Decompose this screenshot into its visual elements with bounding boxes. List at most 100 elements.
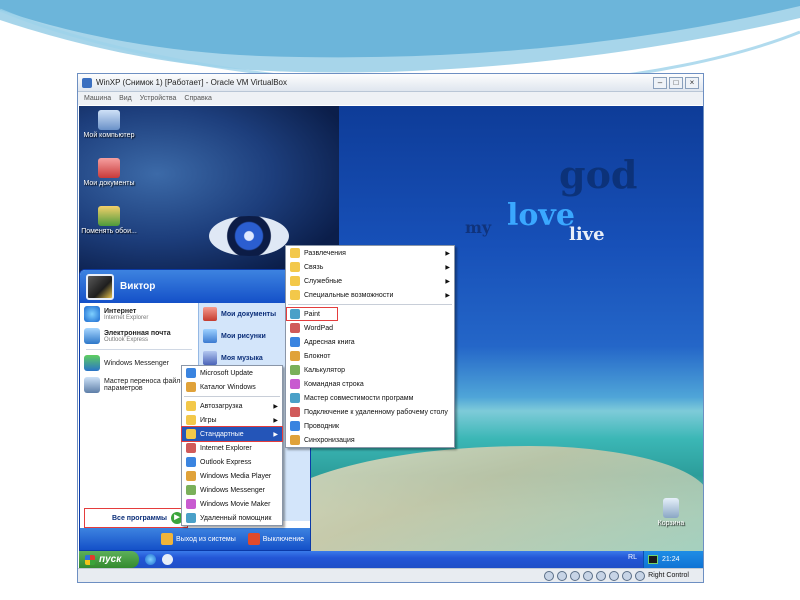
program-icon [186, 443, 196, 453]
menu-item[interactable]: Развлечения ▶ [286, 246, 454, 260]
internet-explorer-icon[interactable] [145, 554, 156, 565]
menu-item[interactable]: Windows Messenger [182, 483, 282, 497]
menu-item[interactable]: Подключение к удаленному рабочему столу [286, 405, 454, 419]
menu-item-label: Каталог Windows [200, 383, 256, 391]
key-icon [161, 533, 174, 545]
menu-item[interactable]: WordPad [286, 321, 454, 335]
folder-icon [186, 429, 196, 439]
menu-help[interactable]: Справка [184, 95, 211, 102]
menu-item-label: Стандартные [200, 430, 244, 438]
menu-item-label: Windows Movie Maker [200, 500, 271, 508]
hard-disk-icon [544, 570, 555, 581]
desktop-icon-change-wallpaper[interactable]: Поменять обои... [79, 206, 139, 236]
start-item-email[interactable]: Электронная почта Outlook Express [80, 325, 198, 347]
menu-item-label: Специальные возможности [304, 291, 394, 299]
menu-machine[interactable]: Машина [84, 95, 111, 102]
maximize-button[interactable]: □ [669, 77, 683, 89]
desktop-icon-label: Поменять обои... [81, 228, 137, 235]
menu-item-label: Служебные [304, 277, 343, 285]
shutdown-label: Выключение [262, 535, 304, 543]
program-icon [186, 485, 196, 495]
logoff-button[interactable]: Выход из системы [161, 533, 236, 545]
menu-item[interactable]: Каталог Windows [182, 380, 282, 394]
menu-item[interactable]: Outlook Express [182, 455, 282, 469]
start-button[interactable]: пуск [79, 551, 139, 568]
programs-menu: Microsoft Update Каталог Windows Автозагру… [181, 365, 283, 526]
menu-item[interactable]: Удаленный помощник [182, 511, 282, 525]
submenu-arrow-icon: ▶ [445, 292, 450, 299]
menu-item[interactable]: Windows Media Player [182, 469, 282, 483]
mouse-integration-icon [622, 570, 633, 581]
desktop-icon-label: Мой компьютер [83, 132, 135, 139]
menu-item[interactable]: Специальные возможности ▶ [286, 288, 454, 302]
desktop-icon-my-computer[interactable]: Мой компьютер [79, 110, 139, 140]
menu-item-label: Адресная книга [304, 338, 355, 346]
menu-item-label: Windows Messenger [200, 486, 265, 494]
folder-icon [186, 401, 196, 411]
menu-item-label: Калькулятор [304, 366, 345, 374]
menu-item-label: Microsoft Update [200, 369, 253, 377]
menu-item-label: Игры [200, 416, 217, 424]
window-title: WinXP (Снимок 1) [Работает] - Oracle VM … [96, 78, 287, 87]
menu-item[interactable]: Paint [286, 307, 338, 321]
menu-item[interactable]: Блокнот [286, 349, 454, 363]
display-icon [609, 570, 620, 581]
language-indicator[interactable]: RL [628, 554, 637, 561]
menu-item[interactable]: Стандартные ▶ [181, 426, 283, 442]
user-name: Виктор [120, 281, 156, 292]
menu-item[interactable]: Мастер совместимости программ [286, 391, 454, 405]
item-title: Моя музыка [221, 354, 263, 362]
clock: 21:24 [662, 556, 680, 563]
menu-item[interactable]: Microsoft Update [182, 366, 282, 380]
wallpaper-word-my: my [465, 218, 492, 237]
menu-item-label: Командная строка [304, 380, 364, 388]
pictures-folder-icon [203, 329, 217, 343]
menu-item[interactable]: Калькулятор [286, 363, 454, 377]
menu-item[interactable]: Адресная книга [286, 335, 454, 349]
menu-item-label: Мастер совместимости программ [304, 394, 414, 402]
show-desktop-icon[interactable] [162, 554, 173, 565]
transfer-wizard-icon [84, 377, 100, 393]
menu-item-label: Связь [304, 263, 324, 271]
internet-explorer-icon [84, 306, 100, 322]
minimize-button[interactable]: – [653, 77, 667, 89]
desktop-icon-label: Мои документы [83, 180, 135, 187]
slide: WinXP (Снимок 1) [Работает] - Oracle VM … [0, 0, 800, 600]
outlook-express-icon [84, 328, 100, 344]
menu-item[interactable]: Связь ▶ [286, 260, 454, 274]
monitor-icon[interactable] [648, 555, 658, 564]
desktop-icon-recycle-bin[interactable]: Корзина [641, 498, 701, 528]
system-tray: 21:24 [643, 551, 703, 568]
item-title: Мои документы [221, 310, 277, 318]
menu-item[interactable]: Internet Explorer [182, 441, 282, 455]
all-programs-button[interactable]: Все программы ▶ [84, 508, 188, 528]
documents-folder-icon [98, 158, 120, 178]
desktop-icon-label: Корзина [657, 520, 685, 527]
submenu-arrow-icon: ▶ [273, 431, 278, 438]
power-icon [247, 533, 260, 545]
item-title: Электронная почта [104, 329, 171, 337]
start-item-internet[interactable]: Интернет Internet Explorer [80, 303, 198, 325]
menu-item[interactable]: Командная строка [286, 377, 454, 391]
close-button[interactable]: × [685, 77, 699, 89]
menu-item-label: Развлечения [304, 249, 346, 257]
menu-devices[interactable]: Устройства [140, 95, 177, 102]
menu-item[interactable]: Игры ▶ [182, 413, 282, 427]
menu-item[interactable]: Проводник [286, 419, 454, 433]
computer-icon [98, 110, 120, 130]
menu-item[interactable]: Автозагрузка ▶ [182, 399, 282, 413]
menu-item-label: Paint [304, 310, 320, 318]
menu-item-label: WordPad [304, 324, 334, 332]
menu-item-label: Автозагрузка [200, 402, 243, 410]
program-icon [290, 435, 300, 445]
network-icon [583, 570, 594, 581]
menu-item[interactable]: Windows Movie Maker [182, 497, 282, 511]
menu-item[interactable]: Синхронизация [286, 433, 454, 447]
menu-item[interactable]: Служебные ▶ [286, 274, 454, 288]
separator [184, 396, 280, 397]
program-icon [186, 513, 196, 523]
desktop-icon-my-documents[interactable]: Мои документы [79, 158, 139, 188]
shutdown-button[interactable]: Выключение [247, 533, 304, 545]
menu-view[interactable]: Вид [119, 95, 132, 102]
program-icon [290, 379, 300, 389]
